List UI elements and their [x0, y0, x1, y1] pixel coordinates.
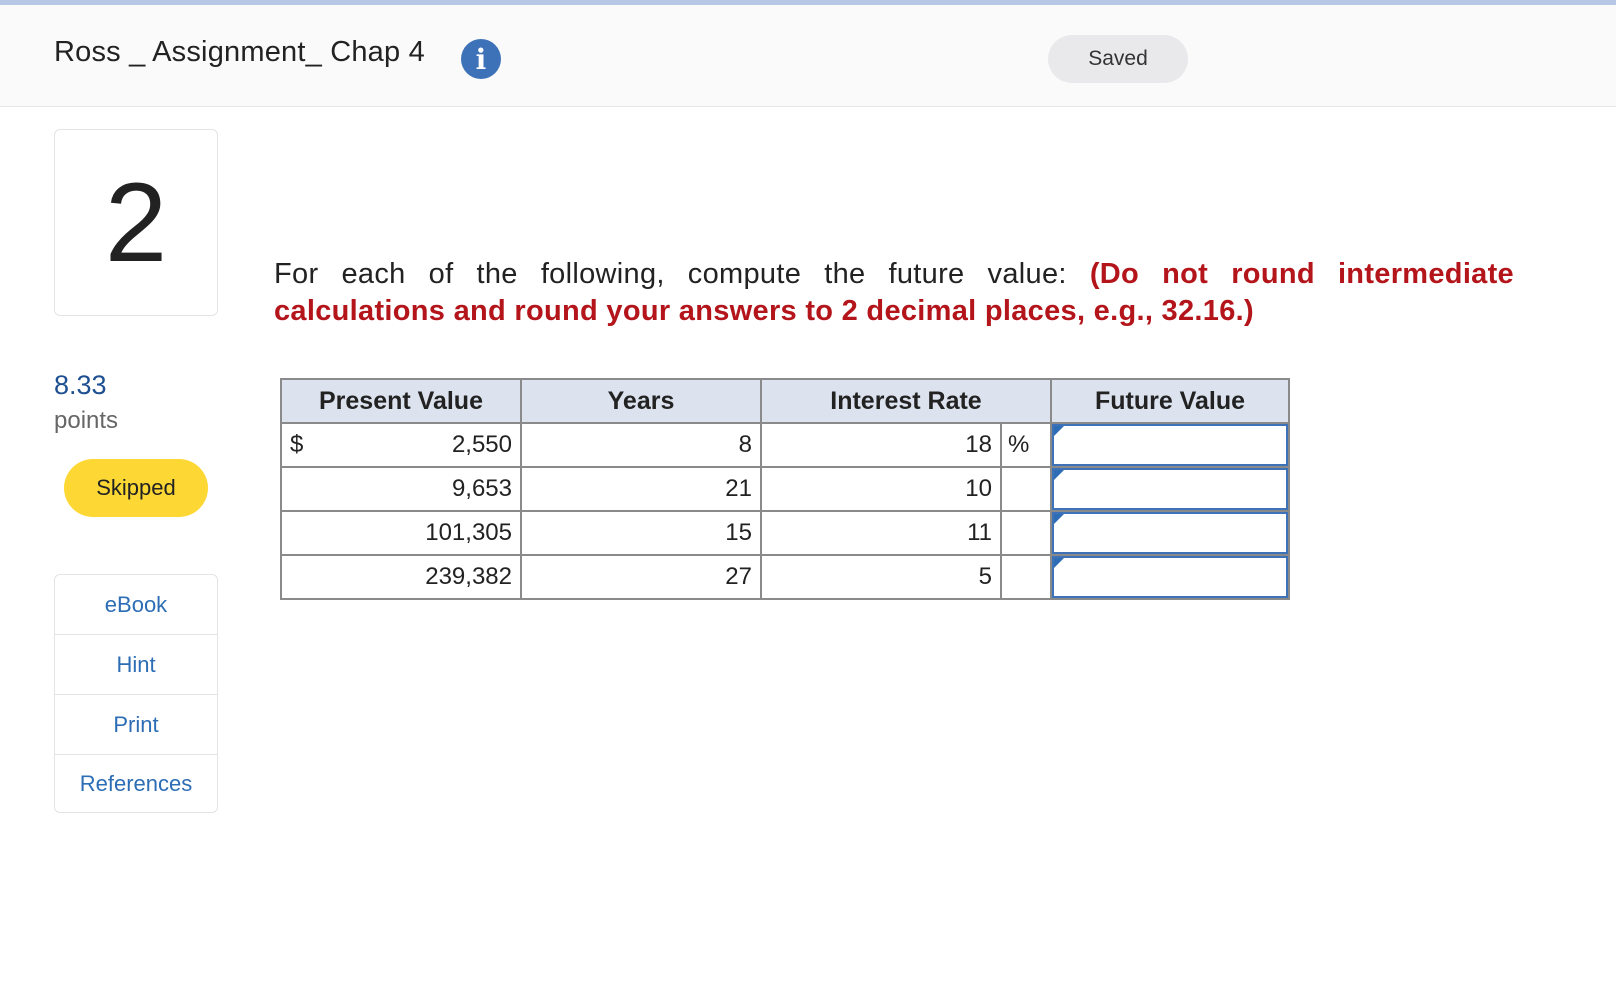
percent-empty-cell [1000, 466, 1052, 512]
present-value-cell: $ 2,550 [280, 422, 522, 468]
table-row: $ 2,550 8 18 % [280, 422, 1290, 468]
input-flag-icon [1054, 558, 1064, 568]
table-row: 101,305 15 11 [280, 510, 1290, 556]
future-value-input[interactable] [1052, 468, 1288, 510]
ebook-link[interactable]: eBook [55, 575, 217, 635]
interest-rate-cell: 11 [760, 510, 1002, 556]
question-tools-menu: eBook Hint Print References [54, 574, 218, 813]
table-row: 239,382 27 5 [280, 554, 1290, 600]
info-icon[interactable]: i [461, 39, 501, 79]
prompt-text: For each of the following, compute the f… [274, 258, 1090, 290]
interest-rate-cell: 5 [760, 554, 1002, 600]
percent-empty-cell [1000, 510, 1052, 556]
header-future-value: Future Value [1050, 378, 1290, 424]
assignment-title: Ross _ Assignment_ Chap 4 [54, 36, 425, 68]
future-value-cell [1050, 510, 1290, 556]
present-value: 9,653 [451, 475, 512, 502]
years-cell: 27 [520, 554, 762, 600]
currency-symbol: $ [290, 431, 304, 458]
present-value-cell: 239,382 [280, 554, 522, 600]
years-cell: 15 [520, 510, 762, 556]
years-cell: 8 [520, 422, 762, 468]
present-value-cell: 101,305 [280, 510, 522, 556]
question-prompt: For each of the following, compute the f… [274, 256, 1514, 330]
future-value-table: Present Value Years Interest Rate Future… [280, 378, 1290, 600]
future-value-input[interactable] [1052, 512, 1288, 554]
years-cell: 21 [520, 466, 762, 512]
future-value-cell [1050, 422, 1290, 468]
print-link[interactable]: Print [55, 695, 217, 755]
question-number: 2 [104, 159, 168, 285]
percent-empty-cell [1000, 554, 1052, 600]
input-flag-icon [1054, 426, 1064, 436]
points-value: 8.33 [54, 370, 107, 400]
future-value-input[interactable] [1052, 424, 1288, 466]
interest-rate-cell: 10 [760, 466, 1002, 512]
table-header-row: Present Value Years Interest Rate Future… [280, 378, 1290, 424]
saved-status-badge: Saved [1048, 35, 1188, 83]
input-flag-icon [1054, 470, 1064, 480]
present-value: 239,382 [425, 563, 512, 590]
header-present-value: Present Value [280, 378, 522, 424]
header-years: Years [520, 378, 762, 424]
future-value-cell [1050, 466, 1290, 512]
header-interest-rate: Interest Rate [760, 378, 1052, 424]
hint-link[interactable]: Hint [55, 635, 217, 695]
interest-rate-cell: 18 [760, 422, 1002, 468]
points-label: points [54, 407, 119, 434]
question-number-box: 2 [54, 129, 218, 316]
future-value-cell [1050, 554, 1290, 600]
assignment-header: Ross _ Assignment_ Chap 4 i Saved [0, 5, 1616, 107]
future-value-input[interactable] [1052, 556, 1288, 598]
input-flag-icon [1054, 514, 1064, 524]
table-row: 9,653 21 10 [280, 466, 1290, 512]
present-value-cell: 9,653 [280, 466, 522, 512]
skipped-status-badge: Skipped [64, 459, 208, 517]
present-value: 101,305 [425, 519, 512, 546]
present-value: 2,550 [451, 431, 512, 458]
references-link[interactable]: References [55, 755, 217, 812]
percent-symbol: % [1000, 422, 1052, 468]
